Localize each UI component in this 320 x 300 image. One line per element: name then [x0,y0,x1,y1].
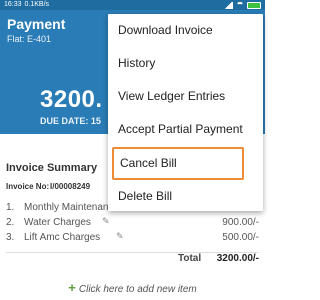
item-amount: 900.00/- [222,217,259,228]
invoice-number-label: Invoice No: [6,182,50,191]
menu-item-history[interactable]: History [108,47,263,80]
edit-icon[interactable]: ✎ [116,231,124,242]
item-amount: 500.00/- [222,232,259,243]
total-row: Total 3200.00/- [0,251,265,265]
network-speed: 0.1KB/s [24,1,50,8]
overflow-menu: Download Invoice History View Ledger Ent… [108,14,263,211]
menu-item-view-ledger[interactable]: View Ledger Entries [108,80,263,113]
item-name: Lift Amc Charges [24,232,101,243]
item-name: Monthly Maintenance [24,202,120,213]
status-time: 16:33 [4,1,22,8]
add-item-link[interactable]: + Click here to add new item [0,280,265,295]
menu-item-delete-bill[interactable]: Delete Bill [108,180,263,213]
add-item-label: Click here to add new item [78,284,197,295]
item-name: Water Charges [24,217,91,228]
amount-label: 3200. [40,86,103,113]
item-number: 3. [6,232,15,243]
invoice-summary-title: Invoice Summary [6,162,98,174]
menu-item-download-invoice[interactable]: Download Invoice [108,14,263,47]
menu-item-cancel-bill[interactable]: Cancel Bill [112,147,244,180]
total-label: Total [178,253,202,264]
plus-icon: + [68,280,76,295]
signal-icon [224,1,233,9]
page-title: Payment [7,16,66,32]
due-date-label: DUE DATE: 15 [40,116,101,126]
invoice-number-value: I/00008249 [50,182,91,191]
flat-label: Flat: E-401 [7,34,52,44]
wifi-icon [236,1,244,9]
invoice-item-row: 3. Lift Amc Charges ✎ 500.00/- [0,230,265,245]
status-bar: 16:33 0.1KB/s [0,0,265,10]
total-value: 3200.00/- [216,253,259,264]
battery-icon [247,1,261,9]
menu-item-accept-partial[interactable]: Accept Partial Payment [108,113,263,146]
edit-icon[interactable]: ✎ [102,216,110,227]
item-number: 2. [6,217,15,228]
item-number: 1. [6,202,15,213]
invoice-item-row: 2. Water Charges ✎ 900.00/- [0,215,265,230]
